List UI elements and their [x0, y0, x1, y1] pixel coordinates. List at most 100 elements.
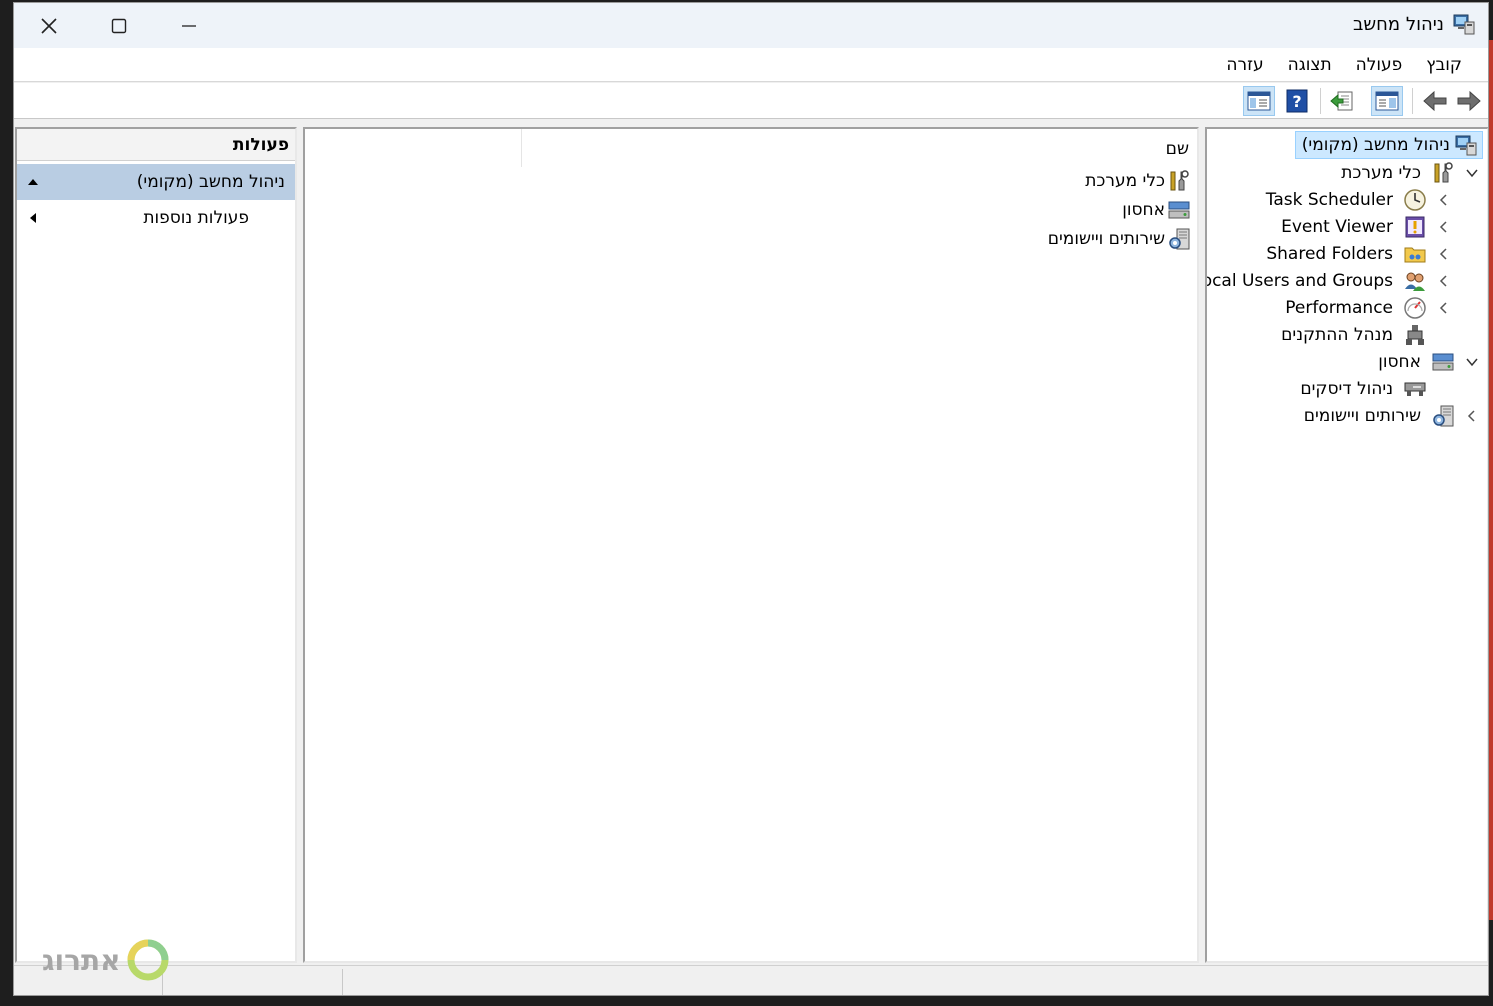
storage-icon — [1432, 353, 1454, 371]
expand-services-and-applications-chevron[interactable] — [1465, 409, 1479, 423]
clock-icon — [1404, 189, 1426, 211]
disk-management-icon — [1404, 382, 1426, 396]
list-item[interactable]: אחסון — [1122, 196, 1191, 224]
tree-item-label: Local Users and Groups — [1205, 271, 1393, 291]
list-item-label: שירותים ויישומים — [1047, 229, 1165, 249]
expand-performance-chevron[interactable] — [1437, 301, 1451, 315]
toolbar: ? — [14, 83, 1488, 119]
tree-item-device-manager[interactable]: מנהל ההתקנים — [1277, 322, 1427, 348]
show-hide-console-tree-button[interactable] — [1371, 86, 1403, 116]
actions-more-actions[interactable]: פעולות נוספות — [17, 200, 295, 236]
chevron-down-icon — [1466, 358, 1478, 367]
toolbar-separator — [1320, 88, 1321, 114]
tree-item-label: Task Scheduler — [1265, 190, 1393, 210]
maximize-button[interactable] — [84, 3, 154, 48]
computer-management-icon — [1455, 135, 1477, 156]
background-window-edge — [1489, 40, 1493, 920]
back-button[interactable] — [1419, 86, 1451, 116]
export-list-icon — [1330, 91, 1353, 111]
tree-item-label: Performance — [1285, 298, 1393, 318]
console-tree-pane: ניהול מחשב (מקומי) כלי מערכת Task Schedu… — [1205, 127, 1488, 963]
chevron-left-icon — [1439, 302, 1447, 314]
tree-item-label: Shared Folders — [1266, 244, 1393, 264]
watermark-text: אתרוג — [42, 943, 121, 977]
device-manager-icon — [1406, 325, 1424, 345]
help-icon: ? — [1286, 89, 1308, 113]
services-icon — [1433, 405, 1454, 427]
actions-header: פעולות — [17, 129, 295, 161]
tree-item-disk-management[interactable]: ניהול דיסקים — [1296, 376, 1427, 402]
list-item[interactable]: כלי מערכת — [1085, 167, 1191, 195]
show-hide-console-tree-icon — [1375, 91, 1399, 111]
show-hide-action-pane-icon — [1247, 91, 1271, 111]
event-viewer-icon — [1405, 216, 1425, 238]
chevron-left-icon — [1467, 410, 1475, 422]
list-item-label: כלי מערכת — [1085, 171, 1165, 191]
forward-button[interactable] — [1453, 86, 1485, 116]
expand-shared-folders-chevron[interactable] — [1437, 247, 1451, 261]
actions-pane: פעולות ניהול מחשב (מקומי) פעולות נוספות — [15, 127, 297, 963]
computer-management-icon — [1453, 14, 1475, 35]
menu-view[interactable]: תצוגה — [1276, 48, 1344, 82]
menu-action[interactable]: פעולה — [1344, 48, 1415, 82]
show-hide-action-pane-button[interactable] — [1243, 86, 1275, 116]
users-icon — [1405, 272, 1425, 291]
status-bar-divider — [342, 969, 343, 995]
tree-item-label: ניהול דיסקים — [1300, 379, 1393, 399]
etrog-logo-icon — [127, 939, 168, 981]
close-icon — [41, 17, 57, 34]
minimize-button[interactable] — [154, 3, 224, 48]
chevron-left-icon — [1439, 248, 1447, 260]
column-divider — [521, 129, 522, 167]
tree-item-task-scheduler[interactable]: Task Scheduler — [1262, 187, 1427, 213]
expand-task-scheduler-chevron[interactable] — [1437, 193, 1451, 207]
menu-file[interactable]: קובץ — [1414, 48, 1474, 82]
chevron-left-icon — [1439, 194, 1447, 206]
watermark-logo: אתרוג — [42, 937, 171, 983]
export-list-button[interactable] — [1326, 86, 1358, 116]
tree-item-label: מנהל ההתקנים — [1281, 325, 1393, 345]
expand-local-users-chevron[interactable] — [1437, 274, 1451, 288]
tree-item-system-tools[interactable]: כלי מערכת — [1337, 160, 1455, 186]
close-button[interactable] — [14, 3, 84, 48]
chevron-left-icon — [1439, 221, 1447, 233]
forward-arrow-icon — [1457, 90, 1481, 112]
tree-item-performance[interactable]: Performance — [1281, 295, 1427, 321]
chevron-down-icon — [1466, 169, 1478, 178]
tree-item-services-and-applications[interactable]: שירותים ויישומים — [1300, 403, 1455, 429]
system-tools-icon — [1434, 162, 1453, 183]
window-title: ניהול מחשב — [1353, 14, 1444, 35]
tree-item-root[interactable]: ניהול מחשב (מקומי) — [1294, 131, 1483, 159]
tree-item-label: שירותים ויישומים — [1303, 406, 1421, 426]
chevron-left-icon — [1439, 275, 1447, 287]
tree-item-label: כלי מערכת — [1341, 163, 1421, 183]
expand-event-viewer-chevron[interactable] — [1437, 220, 1451, 234]
back-arrow-icon — [1423, 90, 1447, 112]
list-item-label: אחסון — [1122, 200, 1165, 220]
tree-item-local-users-and-groups[interactable]: Local Users and Groups — [1205, 268, 1427, 294]
svg-text:?: ? — [1292, 92, 1301, 111]
collapse-system-tools-chevron[interactable] — [1465, 166, 1479, 180]
help-button[interactable]: ? — [1281, 86, 1313, 116]
minimize-icon — [182, 24, 196, 27]
actions-section-computer-management[interactable]: ניהול מחשב (מקומי) — [17, 164, 295, 200]
actions-more-label: פעולות נוספות — [143, 208, 249, 228]
collapse-storage-chevron[interactable] — [1465, 355, 1479, 369]
column-header-name[interactable]: שם — [1166, 139, 1189, 159]
services-icon — [1169, 228, 1190, 250]
tree-item-shared-folders[interactable]: Shared Folders — [1262, 241, 1427, 267]
submenu-triangle-icon — [30, 213, 36, 223]
menu-help[interactable]: עזרה — [1214, 48, 1275, 82]
collapse-triangle-icon — [28, 179, 38, 185]
menu-bar: קובץ פעולה תצוגה עזרה — [14, 48, 1488, 82]
list-item[interactable]: שירותים ויישומים — [1048, 225, 1191, 253]
tree-item-storage[interactable]: אחסון — [1374, 349, 1455, 375]
storage-icon — [1168, 201, 1190, 219]
results-pane: שם כלי מערכת אחסון שירותים ויישומים — [303, 127, 1199, 963]
toolbar-separator — [1412, 88, 1413, 114]
status-bar — [14, 965, 1488, 995]
tree-item-label: ניהול מחשב (מקומי) — [1301, 135, 1450, 155]
performance-gauge-icon — [1404, 297, 1426, 319]
tree-item-label: אחסון — [1378, 352, 1421, 372]
tree-item-event-viewer[interactable]: Event Viewer — [1277, 214, 1427, 240]
